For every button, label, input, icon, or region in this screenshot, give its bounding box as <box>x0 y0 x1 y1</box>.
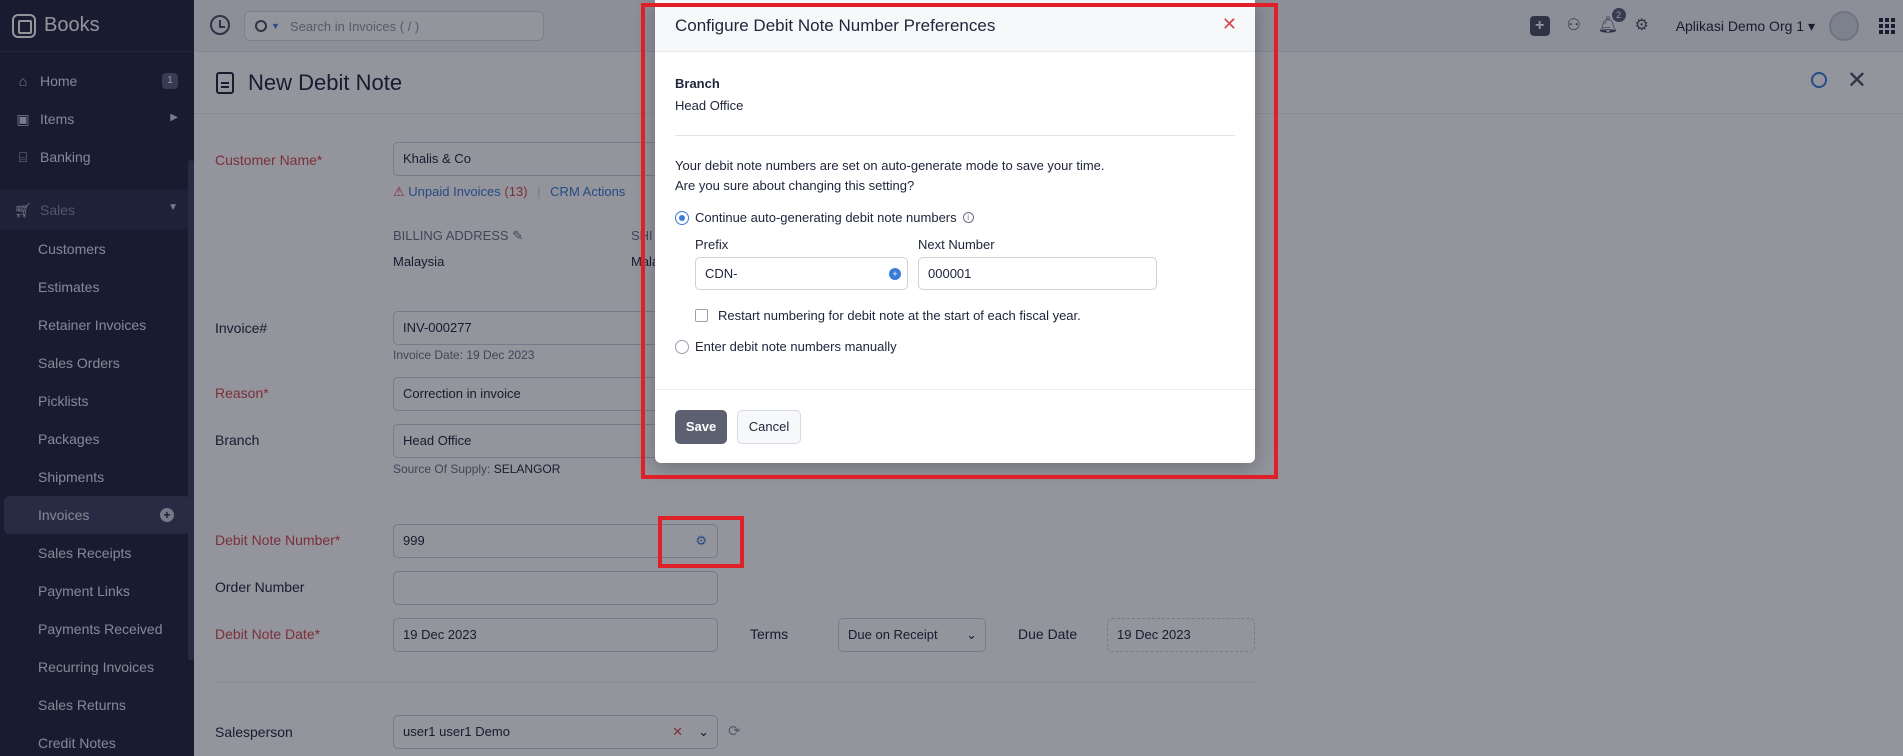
highlight-box-modal <box>641 3 1278 479</box>
highlight-box-gear <box>658 516 744 568</box>
